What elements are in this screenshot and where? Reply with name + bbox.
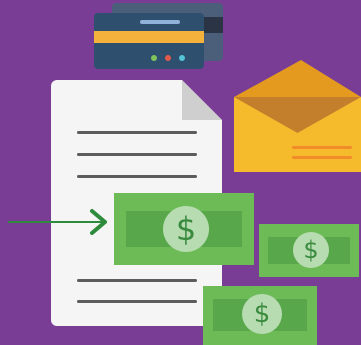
card-band bbox=[94, 31, 204, 43]
envelope-line bbox=[292, 156, 352, 159]
card-dot-red bbox=[165, 55, 171, 61]
document-line bbox=[77, 279, 197, 282]
arrow-right-icon bbox=[8, 209, 107, 235]
envelope-line bbox=[292, 146, 352, 149]
illustration-scene: $ $ $ bbox=[0, 0, 361, 345]
card-dot-blue bbox=[179, 55, 185, 61]
envelope-icon bbox=[234, 60, 361, 172]
document-line bbox=[77, 131, 197, 134]
dollar-sign-icon: $ bbox=[293, 232, 329, 268]
card-chip bbox=[140, 20, 180, 24]
document-line bbox=[77, 175, 197, 178]
envelope-top-flap bbox=[234, 60, 361, 97]
document-line bbox=[77, 300, 197, 303]
dollar-bill-icon: $ bbox=[259, 224, 359, 277]
card-dot-green bbox=[151, 55, 157, 61]
dollar-bill-icon: $ bbox=[203, 286, 317, 345]
dollar-bill-icon: $ bbox=[114, 193, 254, 265]
document-line bbox=[77, 153, 197, 156]
dollar-sign-icon: $ bbox=[163, 206, 209, 252]
dollar-sign-icon: $ bbox=[242, 294, 282, 334]
credit-card-front-icon bbox=[94, 13, 204, 69]
